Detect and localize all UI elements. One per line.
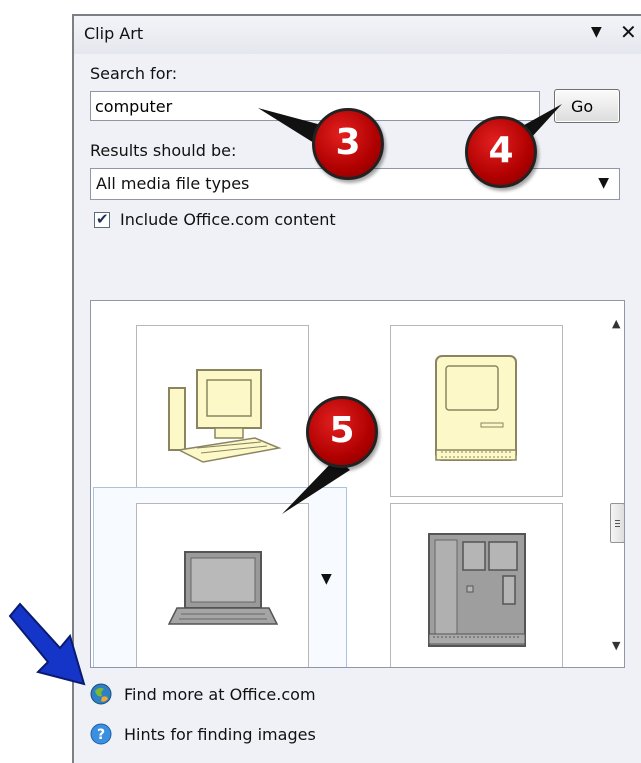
find-more-link[interactable]: Find more at Office.com	[90, 683, 316, 705]
include-office-label: Include Office.com content	[120, 210, 336, 229]
search-input[interactable]	[90, 91, 540, 121]
results-grid: ▼ ▲ ▼	[90, 300, 625, 668]
scroll-up-arrow-icon[interactable]: ▲	[612, 317, 620, 330]
results-type-label: Results should be:	[90, 141, 237, 160]
step-3-callout: 3	[312, 108, 384, 180]
pane-titlebar: Clip Art ▼ ✕	[74, 16, 641, 54]
grip-line	[615, 520, 620, 521]
clipart-options-arrow-icon[interactable]: ▼	[321, 571, 332, 587]
go-button[interactable]: Go	[554, 89, 620, 123]
chevron-down-icon[interactable]: ▼	[591, 24, 602, 40]
scroll-down-arrow-icon[interactable]: ▼	[612, 639, 620, 652]
clipart-desktop-computer[interactable]	[136, 325, 309, 497]
step-4-callout: 4	[465, 116, 537, 188]
hints-link[interactable]: ? Hints for finding images	[90, 723, 316, 745]
laptop-clipart-icon	[167, 551, 279, 625]
dropdown-arrow-icon[interactable]: ▼	[598, 175, 609, 191]
grip-line	[615, 526, 620, 527]
step-5-callout: 5	[306, 396, 378, 468]
hints-text[interactable]: Hints for finding images	[124, 725, 316, 744]
search-label: Search for:	[90, 64, 178, 83]
pane-title: Clip Art	[84, 24, 144, 43]
scroll-thumb[interactable]	[610, 503, 624, 543]
globe-icon	[90, 683, 112, 705]
clipart-classic-mac[interactable]	[390, 325, 563, 497]
find-more-text[interactable]: Find more at Office.com	[124, 685, 316, 704]
svg-text:?: ?	[97, 727, 105, 743]
classic-mac-clipart-icon	[435, 355, 517, 461]
clipart-computer-tower[interactable]	[390, 503, 563, 667]
results-scrollbar[interactable]: ▲ ▼	[609, 301, 624, 667]
clipart-laptop[interactable]	[136, 503, 309, 667]
desktop-computer-clipart-icon	[168, 369, 282, 463]
computer-tower-clipart-icon	[428, 533, 526, 647]
media-type-value: All media file types	[96, 174, 250, 193]
grip-line	[615, 523, 620, 524]
help-icon: ?	[90, 723, 112, 745]
include-office-checkbox[interactable]: ✔	[94, 210, 110, 228]
checkmark-icon: ✔	[96, 210, 109, 228]
close-icon[interactable]: ✕	[620, 20, 637, 44]
